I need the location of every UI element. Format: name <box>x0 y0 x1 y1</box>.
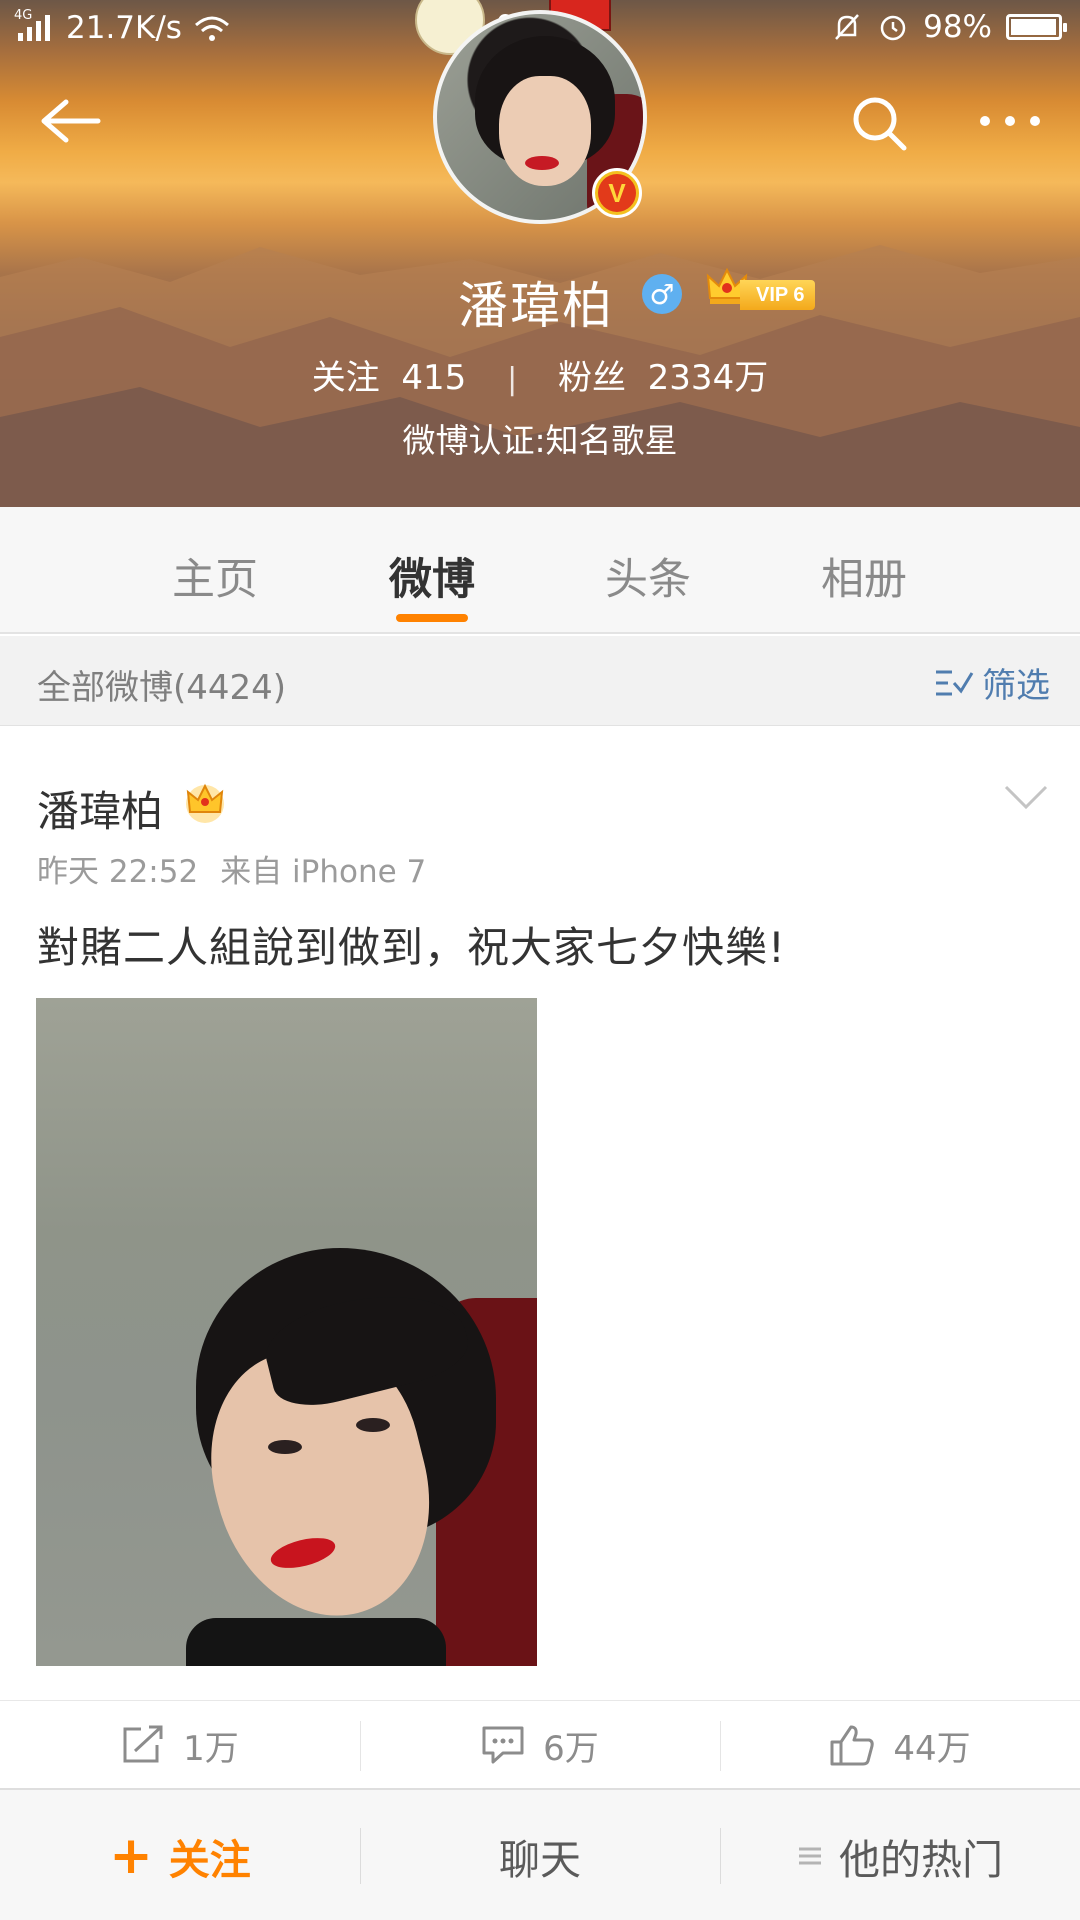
all-posts-count: 全部微博(4424) <box>37 668 287 708</box>
bottom-action-bar: + 关注 聊天 他的热门 <box>0 1788 1080 1920</box>
battery-percent: 98% <box>923 9 992 45</box>
comment-button[interactable]: 6万 <box>360 1701 720 1789</box>
followers-label: 粉丝 <box>558 358 627 398</box>
chat-label: 聊天 <box>499 1836 581 1884</box>
tab-album[interactable]: 相册 <box>794 545 934 607</box>
filter-button[interactable]: 筛选 <box>934 658 1050 707</box>
filter-icon <box>936 670 974 695</box>
like-count: 44万 <box>893 1728 971 1769</box>
following-stat[interactable]: 关注 415 <box>312 350 467 399</box>
more-icon[interactable] <box>975 110 1045 132</box>
post-time: 昨天 22:52 <box>37 854 199 890</box>
post-photo[interactable] <box>36 998 537 1666</box>
tab-home[interactable]: 主页 <box>145 545 285 607</box>
post-author[interactable]: 潘瑋柏 <box>37 778 163 839</box>
repost-button[interactable]: 1万 <box>0 1701 360 1789</box>
follow-label: 关注 <box>168 1836 251 1884</box>
stats-separator: | <box>507 362 518 397</box>
alarm-icon <box>880 15 906 41</box>
comment-count: 6万 <box>543 1728 599 1769</box>
follow-button[interactable]: + 关注 <box>0 1790 360 1920</box>
vip-badge[interactable]: VIP 6 <box>740 280 815 310</box>
verification-text: 微博认证:知名歌星 <box>402 421 678 460</box>
male-gender-icon: ♂ <box>642 274 682 314</box>
like-button[interactable]: 44万 <box>720 1701 1080 1789</box>
verified-v-label: V <box>598 174 636 212</box>
search-icon[interactable] <box>850 94 910 154</box>
profile-header: 4G 21.7K/s 09:51 <box>0 0 1080 507</box>
followers-count: 2334万 <box>647 358 769 398</box>
verified-v-icon: V <box>592 168 642 218</box>
repost-count: 1万 <box>183 1728 239 1769</box>
crown-icon[interactable] <box>182 780 228 824</box>
chevron-down-icon[interactable] <box>1003 782 1049 812</box>
hot-posts-button[interactable]: 他的热门 <box>720 1790 1080 1920</box>
chat-button[interactable]: 聊天 <box>360 1790 720 1920</box>
hot-posts-label: 他的热门 <box>839 1836 1003 1884</box>
tab-weibo[interactable]: 微博 <box>362 545 502 607</box>
profile-name: 潘瑋柏 <box>458 277 614 335</box>
following-count: 415 <box>401 358 467 398</box>
like-icon <box>830 1725 875 1766</box>
name-row: 潘瑋柏 ♂ VIP 6 <box>0 262 1080 335</box>
post-meta: 昨天 22:52 来自 iPhone 7 <box>37 846 426 891</box>
filter-label: 筛选 <box>982 666 1050 706</box>
post-actions: 1万 6万 44万 <box>0 1700 1080 1788</box>
comment-icon <box>482 1726 524 1764</box>
plus-icon: + <box>109 1826 153 1886</box>
weibo-profile-page: 4G 21.7K/s 09:51 <box>0 0 1080 1920</box>
post-source: 来自 iPhone 7 <box>220 854 427 890</box>
mute-bell-icon <box>835 14 860 40</box>
menu-lines-icon <box>799 1847 821 1865</box>
battery-icon <box>1006 14 1067 40</box>
profile-tabs: 主页 微博 头条 相册 <box>0 507 1080 634</box>
tab-headlines[interactable]: 头条 <box>578 545 718 607</box>
active-tab-indicator <box>396 614 468 622</box>
filter-bar: 全部微博(4424) 筛选 <box>0 636 1080 726</box>
back-arrow-icon[interactable] <box>36 96 102 146</box>
weibo-post: 潘瑋柏 昨天 22:52 来自 iPhone 7 對賭二人組說到做到，祝大家七夕快… <box>0 726 1080 1788</box>
repost-icon <box>123 1725 163 1763</box>
post-text: 對賭二人組說到做到，祝大家七夕快樂! <box>37 923 786 972</box>
following-label: 关注 <box>311 358 380 398</box>
followers-stat[interactable]: 粉丝 2334万 <box>558 350 768 399</box>
follow-stats: 关注 415 | 粉丝 2334万 <box>0 350 1080 399</box>
